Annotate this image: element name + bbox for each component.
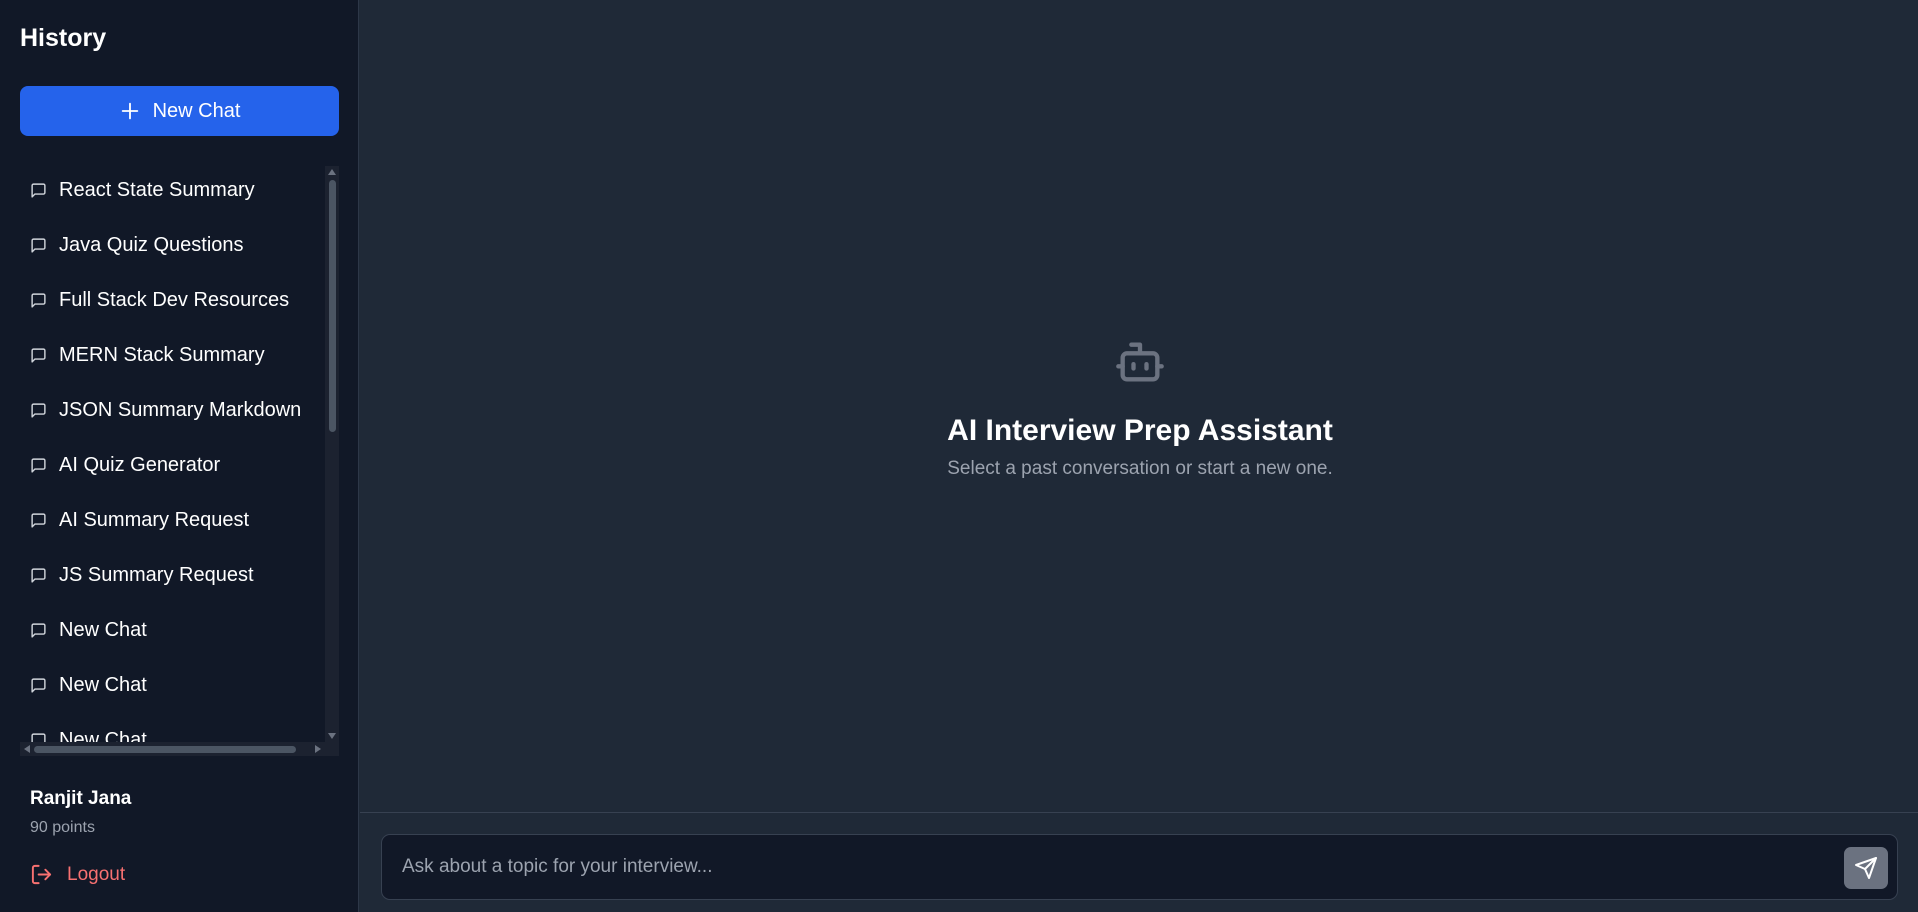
logout-icon bbox=[31, 864, 52, 885]
history-item[interactable]: JS Summary Request bbox=[30, 560, 254, 590]
user-points: 90 points bbox=[30, 819, 95, 836]
history-item[interactable]: Full Stack Dev Resources bbox=[30, 285, 289, 315]
message-square-icon bbox=[31, 182, 46, 198]
chat-input[interactable] bbox=[382, 835, 1802, 899]
vertical-scrollbar-thumb[interactable] bbox=[329, 180, 336, 432]
history-item-label: Java Quiz Questions bbox=[59, 233, 244, 256]
logout-button[interactable]: Logout bbox=[30, 863, 125, 886]
scroll-left-arrow[interactable] bbox=[24, 745, 30, 753]
message-square-icon bbox=[31, 512, 46, 528]
main-panel: AI Interview Prep Assistant Select a pas… bbox=[360, 0, 1918, 912]
history-item[interactable]: Java Quiz Questions bbox=[30, 230, 244, 260]
send-icon bbox=[1855, 857, 1877, 879]
history-item[interactable]: AI Quiz Generator bbox=[30, 450, 220, 480]
message-square-icon bbox=[31, 622, 46, 638]
horizontal-scrollbar-thumb[interactable] bbox=[34, 746, 296, 753]
sidebar: History New Chat React State Summary Jav… bbox=[0, 0, 359, 912]
history-item[interactable]: React State Summary bbox=[30, 175, 255, 205]
message-square-icon bbox=[31, 402, 46, 418]
user-name: Ranjit Jana bbox=[30, 788, 132, 809]
message-square-icon bbox=[31, 457, 46, 473]
message-square-icon bbox=[31, 292, 46, 308]
history-item[interactable]: JSON Summary Markdown bbox=[30, 395, 301, 425]
message-square-icon bbox=[31, 677, 46, 693]
history-item-label: New Chat bbox=[59, 618, 147, 641]
logout-label: Logout bbox=[67, 863, 126, 885]
bot-icon bbox=[1116, 342, 1164, 382]
input-bar bbox=[360, 812, 1918, 912]
history-item-label: React State Summary bbox=[59, 178, 255, 201]
plus-icon bbox=[121, 102, 138, 120]
send-button[interactable] bbox=[1844, 847, 1888, 889]
history-item-label: AI Summary Request bbox=[59, 508, 250, 531]
history-item[interactable]: AI Summary Request bbox=[30, 505, 249, 535]
scroll-up-arrow[interactable] bbox=[328, 169, 336, 175]
history-item-label: MERN Stack Summary bbox=[59, 343, 265, 366]
empty-state: AI Interview Prep Assistant Select a pas… bbox=[360, 336, 1918, 480]
history-item-label: JSON Summary Markdown bbox=[59, 398, 302, 421]
history-list[interactable]: React State Summary Java Quiz Questions … bbox=[20, 166, 339, 756]
scroll-down-arrow[interactable] bbox=[328, 733, 336, 739]
chat-input-container bbox=[381, 834, 1898, 900]
vertical-scrollbar[interactable] bbox=[325, 166, 339, 742]
message-square-icon bbox=[31, 347, 46, 363]
history-item[interactable]: New Chat bbox=[30, 615, 147, 645]
empty-state-title: AI Interview Prep Assistant bbox=[947, 414, 1333, 447]
horizontal-scrollbar[interactable] bbox=[20, 742, 339, 756]
history-item-label: JS Summary Request bbox=[59, 563, 254, 586]
history-item-label: Full Stack Dev Resources bbox=[59, 288, 290, 311]
new-chat-button[interactable]: New Chat bbox=[20, 86, 339, 136]
history-item[interactable]: New Chat bbox=[30, 670, 147, 700]
new-chat-label: New Chat bbox=[152, 99, 241, 122]
history-item-label: New Chat bbox=[59, 673, 147, 696]
sidebar-title: History bbox=[20, 24, 107, 52]
message-square-icon bbox=[31, 567, 46, 583]
empty-state-subtitle: Select a past conversation or start a ne… bbox=[947, 458, 1333, 479]
scroll-right-arrow[interactable] bbox=[315, 745, 321, 753]
history-item[interactable]: MERN Stack Summary bbox=[30, 340, 265, 370]
message-square-icon bbox=[31, 237, 46, 253]
history-item-label: AI Quiz Generator bbox=[59, 453, 221, 476]
